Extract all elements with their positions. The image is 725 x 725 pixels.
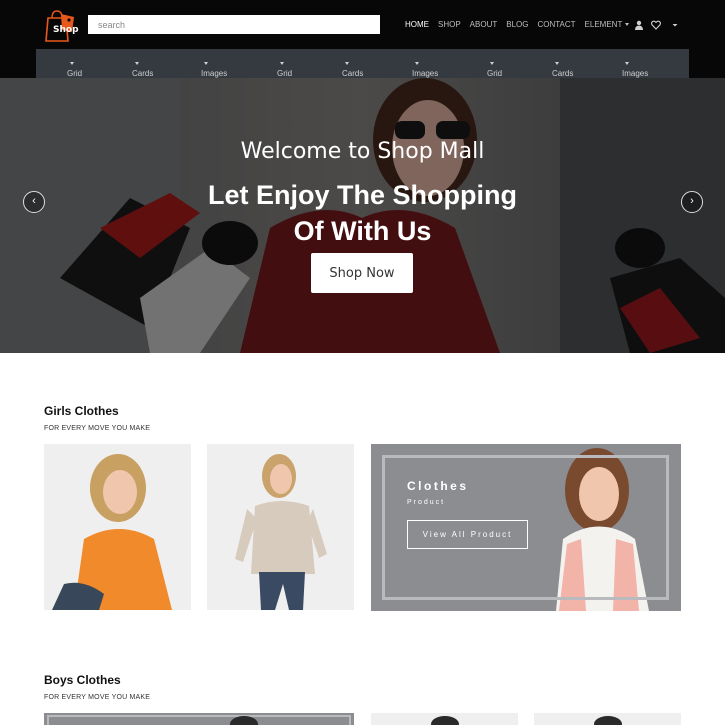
nav-blog[interactable]: BLOG <box>506 20 528 29</box>
subnav-images-dropdown[interactable]: Images <box>622 59 648 78</box>
main-nav: HOME SHOP ABOUT BLOG CONTACT ELEMENT <box>405 20 630 29</box>
nav-contact[interactable]: CONTACT <box>537 20 575 29</box>
subnav-label: Cards <box>132 69 154 78</box>
subnav-label: Grid <box>277 69 293 78</box>
chevron-down-icon <box>625 23 630 27</box>
subnav-grid-dropdown[interactable]: Grid <box>67 59 82 78</box>
chevron-down-icon <box>70 62 74 66</box>
subnav-cards-dropdown[interactable]: Cards <box>132 59 153 78</box>
promo-title: Clothes <box>407 479 469 493</box>
search-input[interactable] <box>88 15 380 34</box>
product-card[interactable] <box>534 713 681 725</box>
chevron-down-icon <box>135 62 139 66</box>
subnav-label: Images <box>622 69 649 78</box>
chevron-down-icon <box>345 62 349 66</box>
chevron-down-icon <box>415 62 419 66</box>
chevron-down-icon <box>625 62 629 66</box>
subnav-cards-dropdown[interactable]: Cards <box>342 59 363 78</box>
product-image <box>207 444 354 610</box>
carousel-next-button[interactable]: › <box>681 191 703 213</box>
product-image <box>47 715 351 725</box>
subnav-label: Images <box>201 69 228 78</box>
chevron-left-icon: ‹ <box>32 195 36 207</box>
shop-now-button[interactable]: Shop Now <box>311 253 413 293</box>
chevron-down-icon[interactable] <box>670 20 680 30</box>
hero-carousel: Welcome to Shop Mall Let Enjoy The Shopp… <box>0 78 725 353</box>
carousel-prev-button[interactable]: ‹ <box>23 191 45 213</box>
section-subtitle-boys: FOR EVERY MOVE YOU MAKE <box>44 694 151 701</box>
promo-subtitle: Product <box>407 499 446 506</box>
logo-text: Shop <box>53 25 79 35</box>
product-image <box>431 716 459 725</box>
subnav-images-dropdown[interactable]: Images <box>412 59 438 78</box>
view-all-product-button[interactable]: View All Product <box>407 520 528 549</box>
hero-headline: Let Enjoy The Shopping Of With Us <box>208 180 517 246</box>
nav-shop[interactable]: SHOP <box>438 20 461 29</box>
hero-title: Welcome to Shop Mall <box>240 139 485 164</box>
product-card[interactable] <box>207 444 354 610</box>
chevron-down-icon <box>204 62 208 66</box>
chevron-right-icon: › <box>690 195 694 207</box>
subnav-label: Cards <box>342 69 364 78</box>
product-card[interactable] <box>44 713 354 725</box>
subnav-label: Images <box>412 69 439 78</box>
section-subtitle-girls: FOR EVERY MOVE YOU MAKE <box>44 425 151 432</box>
subnav-images-dropdown[interactable]: Images <box>201 59 227 78</box>
chevron-down-icon <box>490 62 494 66</box>
heart-icon[interactable] <box>651 20 661 30</box>
nav-home[interactable]: HOME <box>405 20 429 29</box>
sub-nav: Grid Cards Images Grid Cards Images Grid… <box>36 49 689 78</box>
top-header: Shop HOME SHOP ABOUT BLOG CONTACT ELEMEN… <box>0 0 725 49</box>
nav-element-label: ELEMENT <box>584 20 623 29</box>
product-image <box>44 444 191 610</box>
chevron-down-icon <box>280 62 284 66</box>
user-icon[interactable] <box>634 20 644 30</box>
subnav-label: Grid <box>67 69 83 78</box>
nav-about[interactable]: ABOUT <box>470 20 498 29</box>
product-image <box>594 716 622 725</box>
product-card[interactable] <box>44 444 191 610</box>
subnav-grid-dropdown[interactable]: Grid <box>277 59 292 78</box>
product-card[interactable] <box>371 713 518 725</box>
nav-element-dropdown[interactable]: ELEMENT <box>585 20 630 29</box>
promo-banner: Clothes Product View All Product <box>371 444 681 611</box>
section-title-boys: Boys Clothes <box>44 673 121 687</box>
subnav-label: Grid <box>487 69 503 78</box>
subnav-grid-dropdown[interactable]: Grid <box>487 59 502 78</box>
section-title-girls: Girls Clothes <box>44 404 119 418</box>
subnav-label: Cards <box>552 69 574 78</box>
subnav-cards-dropdown[interactable]: Cards <box>552 59 573 78</box>
chevron-down-icon <box>555 62 559 66</box>
